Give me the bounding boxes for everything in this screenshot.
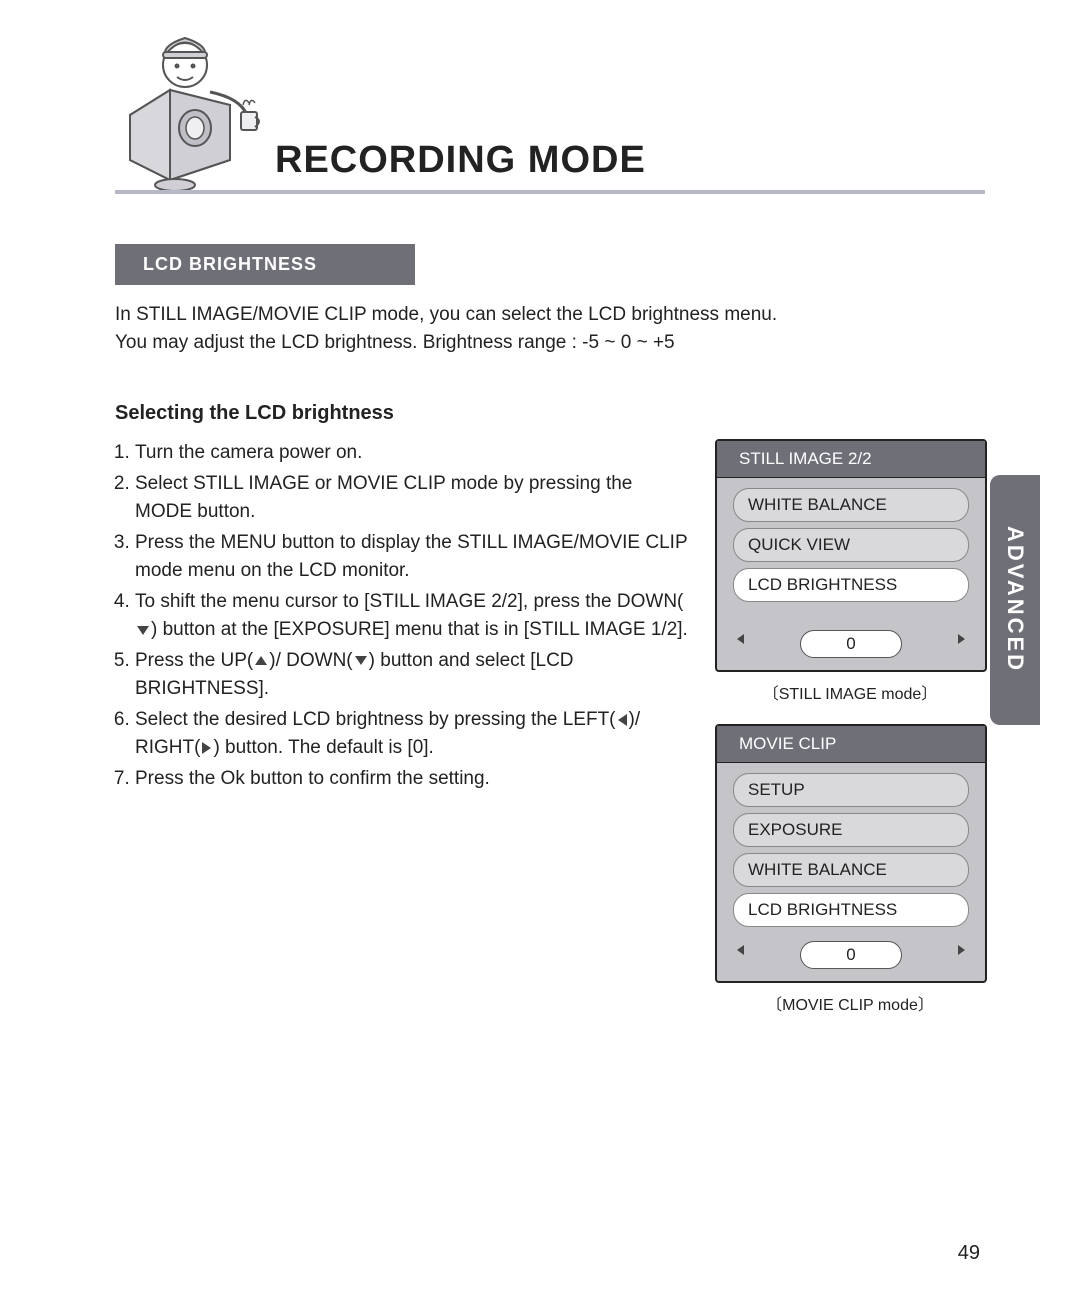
step-4a: To shift the menu cursor to [STILL IMAGE… [135, 591, 683, 612]
value-pill: 0 [800, 941, 902, 969]
step-6: Select the desired LCD brightness by pre… [135, 706, 691, 763]
page-header: RECORDING MODE [115, 30, 985, 194]
step-4b: ) button at the [EXPOSURE] menu that is … [151, 619, 688, 640]
page-number: 49 [958, 1242, 980, 1265]
step-5b: )/ DOWN( [269, 650, 352, 671]
menu-item: WHITE BALANCE [733, 853, 969, 887]
step-1: Turn the camera power on. [135, 439, 691, 468]
step-6c: ) button. The default is [0]. [213, 737, 433, 758]
right-arrow-icon [202, 742, 211, 754]
menu-item: EXPOSURE [733, 813, 969, 847]
menu-item: QUICK VIEW [733, 528, 969, 562]
menu-item: SETUP [733, 773, 969, 807]
intro-line-2: You may adjust the LCD brightness. Brigh… [115, 329, 985, 357]
step-3: Press the MENU button to display the STI… [135, 529, 691, 586]
step-2: Select STILL IMAGE or MOVIE CLIP mode by… [135, 470, 691, 527]
screen-caption: 〔STILL IMAGE mode〕 [715, 680, 985, 704]
lcd-title: MOVIE CLIP [717, 726, 985, 763]
left-arrow-icon [618, 714, 627, 726]
lcd-screen-movie-clip: MOVIE CLIP SETUP EXPOSURE WHITE BALANCE … [715, 724, 987, 983]
intro-line-1: In STILL IMAGE/MOVIE CLIP mode, you can … [115, 301, 985, 329]
down-arrow-icon [137, 626, 149, 635]
side-tab-advanced: ADVANCED [990, 475, 1040, 725]
caption-text: STILL IMAGE mode [779, 686, 922, 703]
caption-text: MOVIE CLIP mode [782, 997, 918, 1014]
step-4: To shift the menu cursor to [STILL IMAGE… [135, 588, 691, 645]
screen-caption: 〔MOVIE CLIP mode〕 [715, 991, 985, 1015]
up-arrow-icon [255, 656, 267, 665]
section-heading: LCD BRIGHTNESS [115, 244, 415, 285]
step-5: Press the UP()/ DOWN() button and select… [135, 647, 691, 704]
down-arrow-icon [355, 656, 367, 665]
steps-list: Turn the camera power on. Select STILL I… [115, 439, 715, 1017]
step-7: Press the Ok button to confirm the setti… [135, 765, 691, 794]
page-title: RECORDING MODE [275, 139, 646, 182]
value-pill: 0 [800, 630, 902, 658]
menu-item: WHITE BALANCE [733, 488, 969, 522]
step-5a: Press the UP( [135, 650, 253, 671]
intro-text: In STILL IMAGE/MOVIE CLIP mode, you can … [115, 301, 985, 356]
mascot-illustration [115, 20, 265, 195]
step-6a: Select the desired LCD brightness by pre… [135, 709, 616, 730]
subheading: Selecting the LCD brightness [115, 402, 985, 425]
menu-item-selected: LCD BRIGHTNESS [733, 893, 969, 927]
lcd-title: STILL IMAGE 2/2 [717, 441, 985, 478]
menu-item-selected: LCD BRIGHTNESS [733, 568, 969, 602]
lcd-screen-still-image: STILL IMAGE 2/2 WHITE BALANCE QUICK VIEW… [715, 439, 987, 672]
